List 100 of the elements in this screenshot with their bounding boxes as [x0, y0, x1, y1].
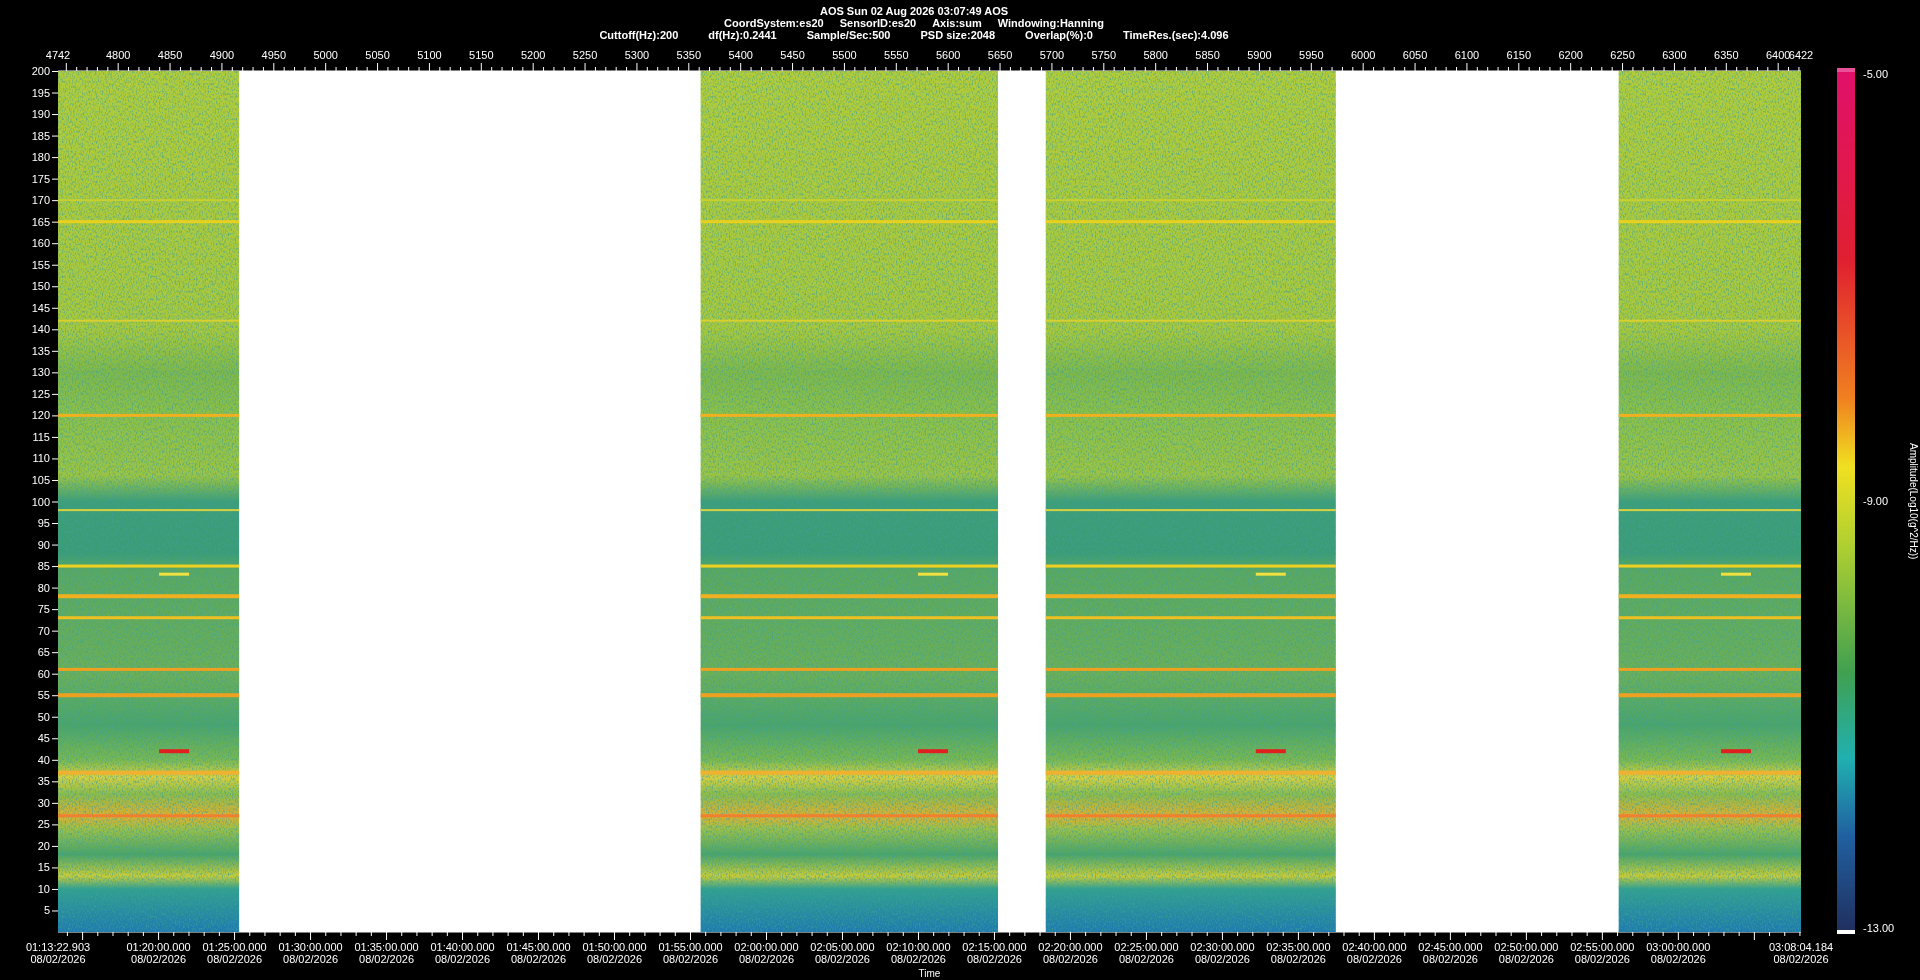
- parameter-label: Windowing:Hanning: [997, 17, 1104, 29]
- top-axis-tick-label: 4800: [105, 49, 131, 61]
- date-tick-label: 08/02/2026: [1270, 953, 1326, 965]
- parameter-label: Overlap(%):0: [1025, 29, 1093, 41]
- date-tick-label: 08/02/2026: [511, 953, 567, 965]
- frequency-tick-label: 200: [31, 65, 50, 77]
- parameter-label: Sample/Sec:500: [806, 29, 891, 41]
- date-tick-label: 08/02/2026: [1194, 953, 1250, 965]
- time-tick-label: 03:00:00.000: [1646, 941, 1711, 953]
- time-tick-label: 01:30:00.000: [278, 941, 343, 953]
- frequency-tick-label: 125: [31, 388, 50, 400]
- parameter-label: PSD size:2048: [920, 29, 996, 41]
- top-axis-tick-label: 5350: [676, 49, 702, 61]
- time-tick-label: 01:20:00.000: [126, 941, 191, 953]
- frequency-tick-label: 135: [31, 345, 50, 357]
- date-tick-label: 08/02/2026: [662, 953, 718, 965]
- top-axis-tick-label: 5900: [1247, 49, 1272, 61]
- frequency-tick-label: 150: [31, 280, 50, 292]
- frequency-tick-label: 190: [31, 108, 50, 120]
- frequency-tick-label: 110: [32, 452, 50, 464]
- time-tick-label: 02:55:00.000: [1570, 941, 1635, 953]
- frequency-tick-label: 175: [31, 173, 50, 185]
- frequency-tick-label: 70: [37, 625, 50, 637]
- date-tick-label: 08/02/2026: [207, 953, 263, 965]
- time-tick-label: 01:40:00.000: [430, 941, 495, 953]
- top-axis-tick-label: 5600: [935, 49, 961, 61]
- date-tick-label: 08/02/2026: [966, 953, 1022, 965]
- date-tick-label: 08/02/2026: [1346, 953, 1402, 965]
- time-tick-label: 01:45:00.000: [506, 941, 571, 953]
- scale-max-marker: [1837, 68, 1855, 72]
- parameter-label: SensorID:es20: [839, 17, 917, 29]
- frequency-tick-label: 65: [37, 646, 50, 658]
- top-axis-tick-label: 6350: [1714, 49, 1739, 61]
- frequency-tick-label: 130: [31, 366, 50, 378]
- time-tick-label: 02:50:00.000: [1494, 941, 1559, 953]
- axis-title: Time: [918, 968, 941, 979]
- date-tick-label: 08/02/2026: [1422, 953, 1478, 965]
- frequency-tick-label: 95: [37, 517, 50, 529]
- frequency-tick-label: 85: [37, 560, 50, 572]
- top-axis-tick-label: 5200: [520, 49, 546, 61]
- date-tick-label: 08/02/2026: [1574, 953, 1630, 965]
- frequency-tick-label: 50: [37, 711, 50, 723]
- frequency-tick-label: 145: [31, 302, 50, 314]
- time-tick-label: 01:13:22.903: [25, 941, 91, 953]
- date-tick-label: 08/02/2026: [586, 953, 642, 965]
- time-tick-label: 02:30:00.000: [1190, 941, 1255, 953]
- frequency-tick-label: 10: [37, 883, 50, 895]
- frequency-tick-label: 15: [37, 861, 50, 873]
- top-axis-tick-label: 6000: [1350, 49, 1376, 61]
- top-axis-tick-label: 5550: [884, 49, 909, 61]
- frequency-tick-label: 195: [31, 87, 50, 98]
- top-axis-tick-label: 6050: [1402, 49, 1428, 61]
- chart-title: AOS Sun 02 Aug 2026 03:07:49 AOS: [819, 5, 1009, 17]
- frequency-tick-label: 5: [43, 904, 50, 916]
- top-axis-tick-label: 5300: [624, 49, 650, 61]
- frequency-tick-label: 155: [31, 259, 50, 271]
- top-axis-tick-label: 5800: [1143, 49, 1168, 61]
- parameter-label: TimeRes.(sec):4.096: [1122, 29, 1229, 41]
- frequency-tick-label: 115: [32, 431, 50, 443]
- date-tick-label: 08/02/2026: [1773, 953, 1829, 965]
- frequency-tick-label: 180: [31, 151, 50, 163]
- time-tick-label: 01:50:00.000: [582, 941, 647, 953]
- top-axis-tick-label: 5400: [728, 49, 753, 61]
- scale-min-marker: [1837, 930, 1855, 934]
- frequency-tick-label: 80: [37, 582, 50, 594]
- top-axis-tick-label: 6400: [1765, 49, 1791, 61]
- date-tick-label: 08/02/2026: [1042, 953, 1098, 965]
- frequency-tick-label: 170: [31, 194, 50, 206]
- frequency-tick-label: 165: [31, 216, 50, 228]
- top-axis-tick-label: 5950: [1299, 49, 1324, 61]
- time-tick-label: 03:08:04.184: [1768, 941, 1834, 953]
- time-tick-label: 02:10:00.000: [886, 941, 951, 953]
- frequency-tick-label: 45: [37, 732, 50, 744]
- frequency-tick-label: 60: [37, 668, 50, 680]
- top-axis-tick-label: 5850: [1195, 49, 1220, 61]
- top-axis-tick-label: 6422: [1788, 49, 1814, 61]
- top-axis-tick-label: 5150: [469, 49, 494, 61]
- date-tick-label: 08/02/2026: [359, 953, 415, 965]
- top-axis-tick-label: 4850: [157, 49, 183, 61]
- time-tick-label: 02:05:00.000: [810, 941, 875, 953]
- date-tick-label: 08/02/2026: [814, 953, 870, 965]
- top-axis-tick-label: 5750: [1091, 49, 1117, 61]
- scale-max-label: -5.00: [1863, 68, 1890, 80]
- date-tick-label: 08/02/2026: [283, 953, 339, 965]
- parameter-label: Axis:sum: [932, 17, 982, 29]
- frequency-tick-label: 75: [37, 603, 50, 615]
- frequency-tick-label: 105: [31, 474, 50, 486]
- top-axis-tick-label: 5700: [1039, 49, 1065, 61]
- top-axis-tick-label: 4950: [261, 49, 287, 61]
- date-tick-label: 08/02/2026: [435, 953, 491, 965]
- date-tick-label: 08/02/2026: [890, 953, 946, 965]
- top-axis-tick-label: 5500: [832, 49, 857, 61]
- top-axis-tick-label: 5250: [572, 49, 598, 61]
- date-tick-label: 08/02/2026: [1650, 953, 1706, 965]
- frequency-tick-label: 140: [31, 323, 50, 335]
- frequency-tick-label: 30: [37, 797, 50, 809]
- top-axis-tick-label: 6300: [1662, 49, 1687, 61]
- frequency-tick-label: 35: [37, 775, 50, 787]
- scale-title: Amplitude(Log10(g^2/Hz)): [1908, 442, 1920, 560]
- top-axis-tick-label: 5100: [417, 49, 442, 61]
